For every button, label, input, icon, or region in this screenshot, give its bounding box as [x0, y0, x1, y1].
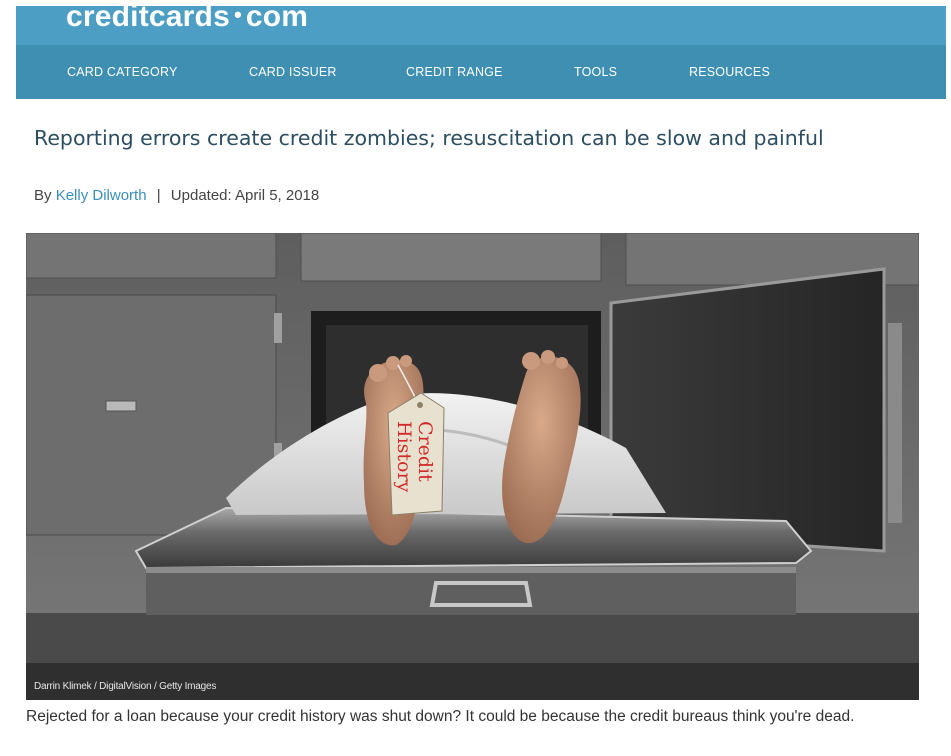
byline-separator: |	[156, 187, 161, 204]
byline-prefix: By	[34, 187, 52, 204]
logo-tld: com	[245, 0, 309, 33]
image-caption: Rejected for a loan because your credit …	[26, 708, 855, 725]
site-logo[interactable]: creditcards • com	[66, 0, 308, 34]
updated-date: Updated: April 5, 2018	[170, 187, 320, 204]
article-title: Reporting errors create credit zombies; …	[34, 126, 824, 150]
toe-tag: Credit History	[387, 392, 445, 516]
article-hero-image: Credit History Darrin Klimek / DigitalVi…	[26, 233, 919, 700]
morgue-illustration: Credit History	[26, 233, 919, 700]
toe-tag-line-2: History	[393, 421, 415, 493]
toe-tag-line-1: Credit	[414, 421, 436, 482]
main-nav: CARD CATEGORY CARD ISSUER CREDIT RANGE T…	[16, 45, 946, 99]
author-link[interactable]: Kelly Dilworth	[56, 187, 147, 204]
logo-text: creditcards	[66, 0, 230, 33]
image-credit: Darrin Klimek / DigitalVision / Getty Im…	[34, 681, 217, 692]
nav-credit-range[interactable]: CREDIT RANGE	[406, 65, 503, 79]
article-byline: By Kelly Dilworth | Updated: April 5, 20…	[34, 187, 319, 204]
nav-tools[interactable]: TOOLS	[574, 65, 617, 79]
site-header: creditcards • com CARD CATEGORY CARD ISSUE…	[16, 0, 946, 99]
logo-dot: •	[233, 2, 242, 27]
header-top-bar: creditcards • com	[16, 0, 946, 45]
nav-resources[interactable]: RESOURCES	[689, 65, 770, 79]
nav-card-category[interactable]: CARD CATEGORY	[67, 65, 178, 79]
nav-card-issuer[interactable]: CARD ISSUER	[249, 65, 337, 79]
